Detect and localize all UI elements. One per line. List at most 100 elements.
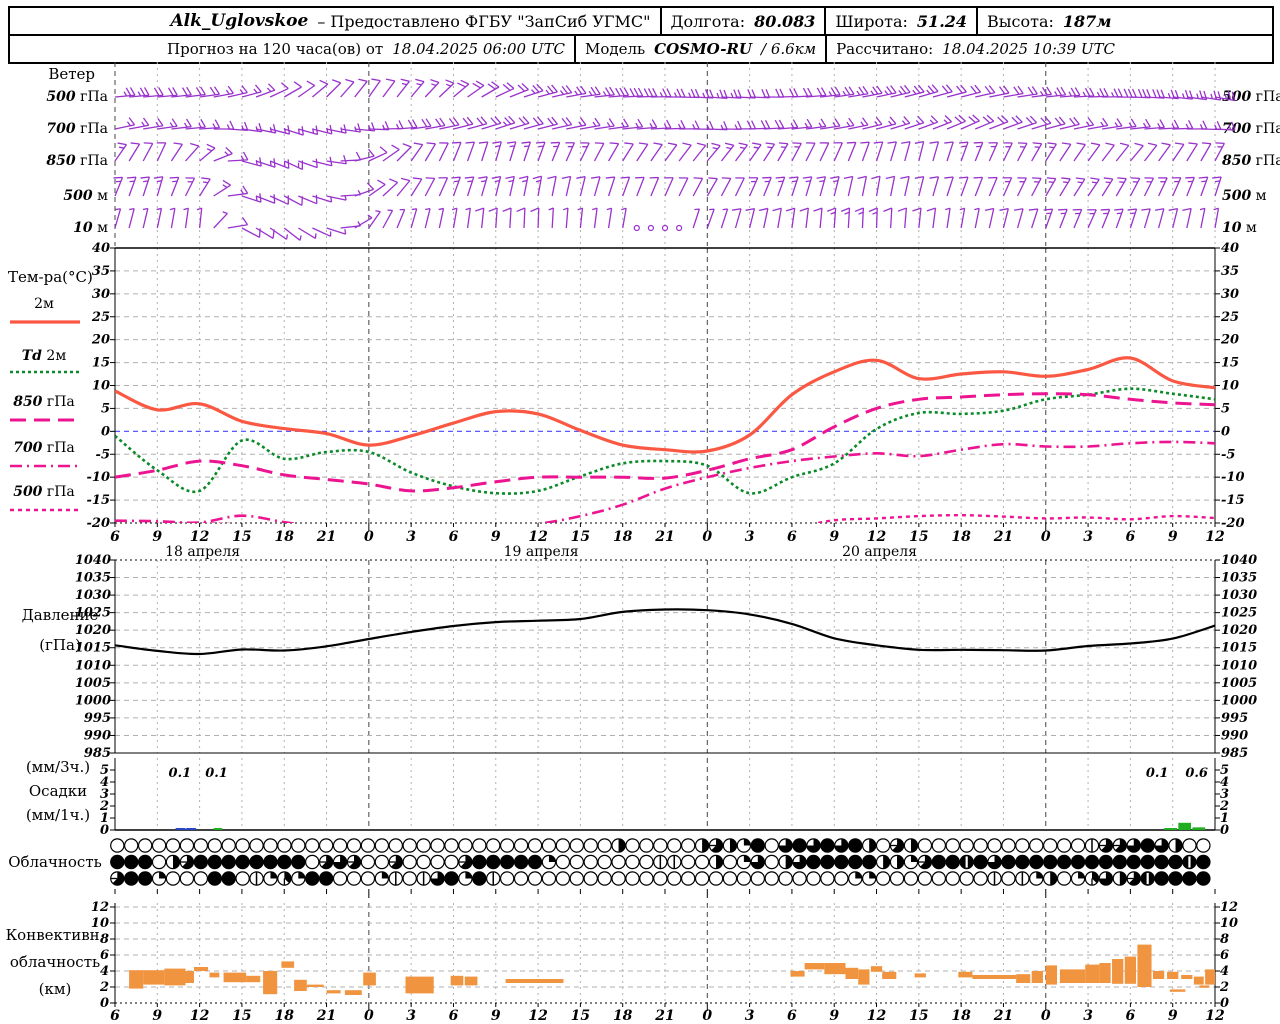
cloud-row-middle: [110, 854, 1211, 870]
time-label-bottom: 21: [993, 1008, 1013, 1024]
convective-bar: [164, 968, 186, 986]
altitude-label: Высота:: [987, 11, 1054, 31]
precip-bar: [1192, 827, 1206, 830]
pressure-tick-left: 995: [84, 711, 111, 726]
pressure-title: Давление: [22, 606, 99, 624]
pressure-tick-right: 1020: [1221, 623, 1257, 638]
time-label-bottom: 6: [449, 1008, 459, 1024]
convective-bar: [363, 972, 376, 986]
time-label: 15: [909, 529, 928, 545]
convective-bar: [450, 975, 464, 986]
precip-bar: [1178, 822, 1192, 830]
date-label: 20 апреля: [842, 544, 917, 560]
time-label: 18: [274, 529, 294, 545]
header-separator: [976, 8, 979, 34]
pressure-tick-left: 1005: [75, 676, 111, 691]
convective-tick-right: 10: [1220, 916, 1238, 931]
longitude-value: 80.083: [754, 11, 816, 31]
wind-barbs-row-4: [114, 207, 1220, 241]
convective-tick-left: 2: [99, 980, 109, 995]
time-label: 12: [867, 529, 887, 545]
altitude-value: 187м: [1062, 11, 1112, 31]
date-label: 19 апреля: [504, 544, 579, 560]
station-name: Alk_Uglovskoe: [170, 11, 309, 31]
precip-value-label: 0.1: [169, 766, 192, 781]
time-label: 12: [528, 529, 548, 545]
legend-label-t850: 850 гПа: [13, 394, 75, 410]
convective-bar: [1167, 971, 1179, 979]
wind-level-label-left: 10 м: [73, 220, 108, 236]
time-label-bottom: 9: [1168, 1008, 1178, 1024]
time-label-bottom: 18: [274, 1008, 294, 1024]
wind-barbs-row-0: [114, 78, 1236, 102]
convective-bar: [464, 976, 478, 986]
pressure-tick-right: 1010: [1221, 658, 1257, 673]
convective-bar: [344, 990, 362, 995]
time-label: 6: [449, 529, 459, 545]
convective-tick-right: 4: [1220, 964, 1229, 979]
date-label: 18 апреля: [165, 544, 240, 560]
time-label-bottom: 21: [316, 1008, 336, 1024]
wind-panel: Ветер500 гПа 500 гПа700 гПа 700 гПа850 гПа…: [46, 65, 1280, 241]
time-label-bottom: 9: [829, 1008, 839, 1024]
temp-tick-right: -15: [1221, 493, 1245, 508]
convective-bar: [1169, 989, 1186, 992]
time-label: 3: [745, 529, 755, 545]
time-label-bottom: 0: [364, 1008, 374, 1024]
temp-tick-right: 15: [1221, 356, 1239, 371]
convective-bar: [1205, 969, 1215, 985]
wind-level-label-left: 500 гПа: [46, 89, 108, 105]
meteogram-page: Alk_Uglovskoe – Предоставлено ФГБУ "ЗапС…: [0, 0, 1280, 1024]
pressure-title: (гПа): [39, 636, 81, 654]
wind-title: Ветер: [48, 65, 95, 83]
convective-tick-left: 4: [100, 964, 109, 979]
time-label-bottom: 3: [1083, 1008, 1093, 1024]
time-label: 3: [1083, 529, 1093, 545]
forecast-label: Прогноз на 120 часа(ов) от: [167, 40, 384, 58]
time-label-bottom: 12: [528, 1008, 548, 1024]
convective-bar: [790, 971, 805, 977]
temp-tick-left: 15: [92, 356, 110, 371]
time-label: 18: [951, 529, 971, 545]
temp-tick-right: 20: [1220, 333, 1239, 348]
convective-tick-left: 6: [100, 948, 109, 963]
time-label: 15: [571, 529, 590, 545]
axes: 40 4035 3530 3025 2520 2015 1510 105 50 0-5 -5-10-…: [75, 241, 1257, 1011]
precip-bar: [186, 828, 197, 830]
convective-bar: [1152, 971, 1165, 979]
convective-tick-left: 12: [91, 900, 109, 915]
time-label: 21: [316, 529, 336, 545]
convective-bar: [870, 966, 883, 972]
convective-bar: [1016, 974, 1031, 983]
pressure-tick-left: 1010: [75, 658, 111, 673]
time-label-bottom: 12: [867, 1008, 887, 1024]
precip-bar: [1164, 828, 1177, 830]
time-label: 9: [491, 529, 501, 545]
latitude-label: Широта:: [835, 11, 908, 31]
convective-bar: [958, 971, 973, 978]
convective-bar: [1045, 965, 1058, 985]
legend-label-td2m: Td 2м: [22, 348, 67, 364]
time-label: 0: [1041, 529, 1051, 545]
wind-level-label-right: 500 м: [1222, 188, 1267, 204]
time-label-bottom: 6: [110, 1008, 120, 1024]
convective-bar: [1085, 964, 1100, 983]
cloud-panel: Облачность: [8, 838, 1211, 886]
convective-bar: [185, 971, 194, 983]
convective-bar: [263, 971, 278, 995]
convective-bar: [505, 979, 564, 983]
convective-bar: [1059, 969, 1086, 983]
wind-level-label-left: 500 м: [63, 188, 108, 204]
convective-bar: [129, 970, 144, 989]
convective-bar: [306, 984, 324, 987]
time-label-bottom: 15: [232, 1008, 251, 1024]
convective-bar: [1099, 963, 1111, 983]
convective-bar: [1181, 975, 1193, 979]
temp-tick-right: 25: [1220, 310, 1239, 325]
temp-tick-left: 30: [92, 287, 110, 302]
calculated-label: Рассчитано:: [836, 40, 934, 58]
legend-label-t700: 700 гПа: [13, 440, 75, 456]
model-resolution: / 6.6км: [761, 40, 817, 58]
temp-tick-right: 5: [1221, 401, 1230, 416]
pressure-tick-left: 1040: [75, 553, 111, 568]
